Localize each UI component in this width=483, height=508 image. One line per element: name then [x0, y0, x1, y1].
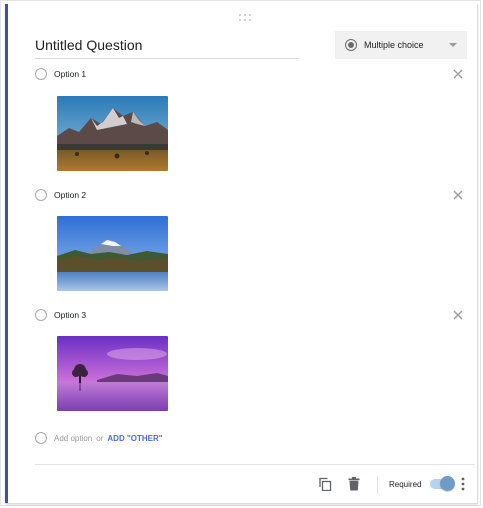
option-label-2[interactable]: Option 2	[54, 190, 86, 200]
option-image-3	[57, 336, 168, 411]
trash-icon[interactable]	[348, 477, 360, 491]
add-option-button[interactable]: Add option	[54, 434, 92, 443]
copy-icon[interactable]	[318, 477, 332, 491]
option-label-1[interactable]: Option 1	[54, 69, 86, 79]
required-toggle[interactable]	[430, 476, 455, 491]
add-option-row: Add option or ADD "OTHER"	[35, 430, 163, 446]
close-icon[interactable]	[451, 308, 465, 322]
radio-unchecked-icon[interactable]	[35, 309, 47, 321]
option-label-3[interactable]: Option 3	[54, 310, 86, 320]
radio-unchecked-icon[interactable]	[35, 189, 47, 201]
or-label: or	[96, 433, 104, 443]
snowy-mountain-lake-image	[57, 216, 168, 291]
option-row-2[interactable]: Option 2	[35, 187, 465, 203]
footer-divider	[35, 464, 475, 465]
mountain-range-landscape-image	[57, 96, 168, 171]
purple-sunset-lake-image	[57, 336, 168, 411]
toggle-knob	[440, 476, 455, 491]
question-card[interactable]: Untitled Question Multiple choice Option…	[5, 4, 478, 504]
more-vertical-icon[interactable]	[460, 477, 466, 491]
question-type-label: Multiple choice	[364, 40, 424, 50]
question-type-dropdown[interactable]: Multiple choice	[335, 31, 467, 59]
close-icon[interactable]	[451, 188, 465, 202]
option-row-3[interactable]: Option 3	[35, 307, 465, 323]
required-label: Required	[389, 480, 422, 489]
radio-unchecked-icon	[35, 432, 47, 444]
chevron-down-icon	[449, 43, 457, 47]
option-image-2	[57, 216, 168, 291]
option-image-1	[57, 96, 168, 171]
drag-handle-icon[interactable]	[239, 14, 255, 22]
footer-separator	[377, 476, 378, 494]
option-row-1[interactable]: Option 1	[35, 66, 465, 82]
radio-button-icon	[345, 39, 357, 51]
question-title-input[interactable]: Untitled Question	[35, 37, 299, 59]
add-other-button[interactable]: ADD "OTHER"	[107, 434, 162, 443]
card-accent-bar	[5, 4, 8, 503]
close-icon[interactable]	[451, 67, 465, 81]
form-editor-page: Untitled Question Multiple choice Option…	[0, 0, 483, 508]
radio-unchecked-icon[interactable]	[35, 68, 47, 80]
